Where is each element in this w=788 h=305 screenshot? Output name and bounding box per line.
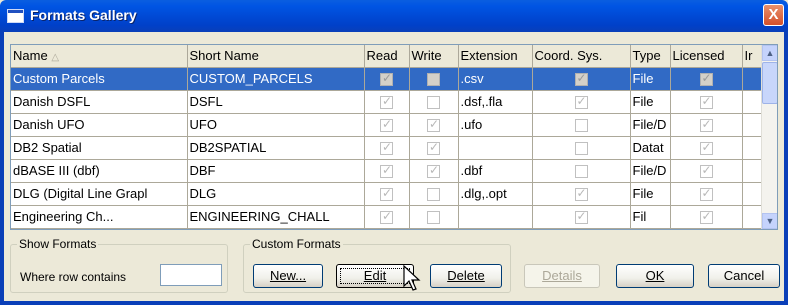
cell-type: File: [630, 90, 671, 114]
formats-table[interactable]: Name △ Short Name Read Write Extension C…: [10, 44, 778, 230]
licensed-checkbox: [699, 186, 713, 202]
new-button[interactable]: New...: [253, 264, 323, 288]
cell-short-name: DLG: [187, 182, 365, 206]
licensed-checkbox: [699, 209, 713, 225]
cell-extension: .dbf: [458, 159, 533, 183]
show-formats-label: Show Formats: [17, 237, 99, 251]
coord-sys-checkbox: [574, 71, 588, 87]
read-checkbox: [380, 117, 393, 133]
write-checkbox: [427, 96, 440, 110]
column-header-short-name[interactable]: Short Name: [187, 45, 365, 68]
column-header-name[interactable]: Name △: [11, 45, 188, 68]
write-checkbox: [427, 140, 440, 156]
cell-name: dBASE III (dbf): [11, 159, 188, 183]
cell-extension: .dlg,.opt: [458, 182, 533, 206]
cell-extension: .dsf,.fla: [458, 90, 533, 114]
column-header-read[interactable]: Read: [364, 45, 410, 68]
cell-name: Danish DSFL: [11, 90, 188, 114]
cell-name: Engineering Ch...: [11, 205, 188, 229]
title-bar[interactable]: Formats Gallery X: [0, 0, 788, 32]
column-header-type[interactable]: Type: [630, 45, 671, 68]
read-checkbox: [380, 140, 393, 156]
vertical-scrollbar[interactable]: ▲ ▼: [761, 45, 777, 229]
licensed-checkbox: [699, 71, 713, 87]
close-button[interactable]: X: [763, 4, 784, 26]
write-checkbox: [427, 211, 440, 225]
cell-name: DLG (Digital Line Grapl: [11, 182, 188, 206]
licensed-checkbox: [699, 94, 713, 110]
column-header-write[interactable]: Write: [409, 45, 459, 68]
table-row[interactable]: Danish DSFL DSFL .dsf,.fla File: [11, 90, 764, 114]
window-frame-left: [0, 32, 4, 305]
coord-sys-checkbox: [574, 94, 588, 110]
write-checkbox: [427, 188, 440, 202]
cell-short-name: CUSTOM_PARCELS: [187, 67, 365, 91]
scrollbar-thumb[interactable]: [762, 62, 777, 104]
cell-extension: [458, 136, 533, 160]
mouse-pointer-icon: [403, 264, 421, 291]
read-checkbox: [380, 71, 393, 87]
ok-button[interactable]: OK: [616, 264, 694, 288]
cell-name: Custom Parcels: [11, 67, 188, 91]
write-checkbox: [427, 163, 440, 179]
cell-type: File: [630, 67, 671, 91]
cell-extension: .ufo: [458, 113, 533, 137]
window-icon: [7, 9, 24, 23]
cell-short-name: ENGINEERING_CHALL: [187, 205, 365, 229]
table-header: Name △ Short Name Read Write Extension C…: [11, 45, 764, 68]
column-header-coord-sys[interactable]: Coord. Sys.: [532, 45, 631, 68]
cell-name: Danish UFO: [11, 113, 188, 137]
read-checkbox: [380, 209, 393, 225]
write-checkbox: [427, 73, 440, 87]
cell-type: Fil: [630, 205, 671, 229]
where-row-contains-label: Where row contains: [20, 270, 127, 284]
window-frame-bottom: [0, 301, 788, 305]
custom-formats-label: Custom Formats: [250, 237, 343, 251]
coord-sys-checkbox: [574, 165, 588, 179]
scroll-down-arrow-icon[interactable]: ▼: [762, 213, 777, 229]
window-frame-right: [784, 32, 788, 305]
cancel-button[interactable]: Cancel: [708, 264, 780, 288]
cell-extension: .csv: [458, 67, 533, 91]
table-row[interactable]: DB2 Spatial DB2SPATIAL Datat: [11, 136, 764, 160]
licensed-checkbox: [699, 163, 713, 179]
read-checkbox: [380, 186, 393, 202]
cell-short-name: DB2SPATIAL: [187, 136, 365, 160]
column-header-extension[interactable]: Extension: [458, 45, 533, 68]
coord-sys-checkbox: [574, 186, 588, 202]
delete-button[interactable]: Delete: [430, 264, 502, 288]
licensed-checkbox: [699, 117, 713, 133]
sort-ascending-icon: △: [51, 52, 60, 64]
details-button[interactable]: Details: [524, 264, 600, 288]
table-row[interactable]: DLG (Digital Line Grapl DLG .dlg,.opt Fi…: [11, 182, 764, 206]
column-header-licensed[interactable]: Licensed: [670, 45, 743, 68]
coord-sys-checkbox: [574, 142, 588, 156]
cell-short-name: DBF: [187, 159, 365, 183]
read-checkbox: [380, 163, 393, 179]
table-row[interactable]: Custom Parcels CUSTOM_PARCELS .csv File: [11, 67, 764, 91]
read-checkbox: [380, 94, 393, 110]
licensed-checkbox: [699, 140, 713, 156]
table-row[interactable]: Engineering Ch... ENGINEERING_CHALL Fil: [11, 205, 764, 229]
cell-type: File: [630, 182, 671, 206]
cell-short-name: DSFL: [187, 90, 365, 114]
column-header-ir[interactable]: Ir: [742, 45, 764, 68]
coord-sys-checkbox: [574, 119, 588, 133]
scroll-up-arrow-icon[interactable]: ▲: [762, 45, 777, 61]
cell-type: Datat: [630, 136, 671, 160]
write-checkbox: [427, 117, 440, 133]
cell-type: File/D: [630, 159, 671, 183]
cell-extension: [458, 205, 533, 229]
table-row[interactable]: Danish UFO UFO .ufo File/D: [11, 113, 764, 137]
cell-type: File/D: [630, 113, 671, 137]
window-title: Formats Gallery: [30, 7, 137, 23]
filter-input[interactable]: [160, 264, 222, 286]
table-row[interactable]: dBASE III (dbf) DBF .dbf File/D: [11, 159, 764, 183]
coord-sys-checkbox: [574, 209, 588, 225]
cell-name: DB2 Spatial: [11, 136, 188, 160]
cell-short-name: UFO: [187, 113, 365, 137]
